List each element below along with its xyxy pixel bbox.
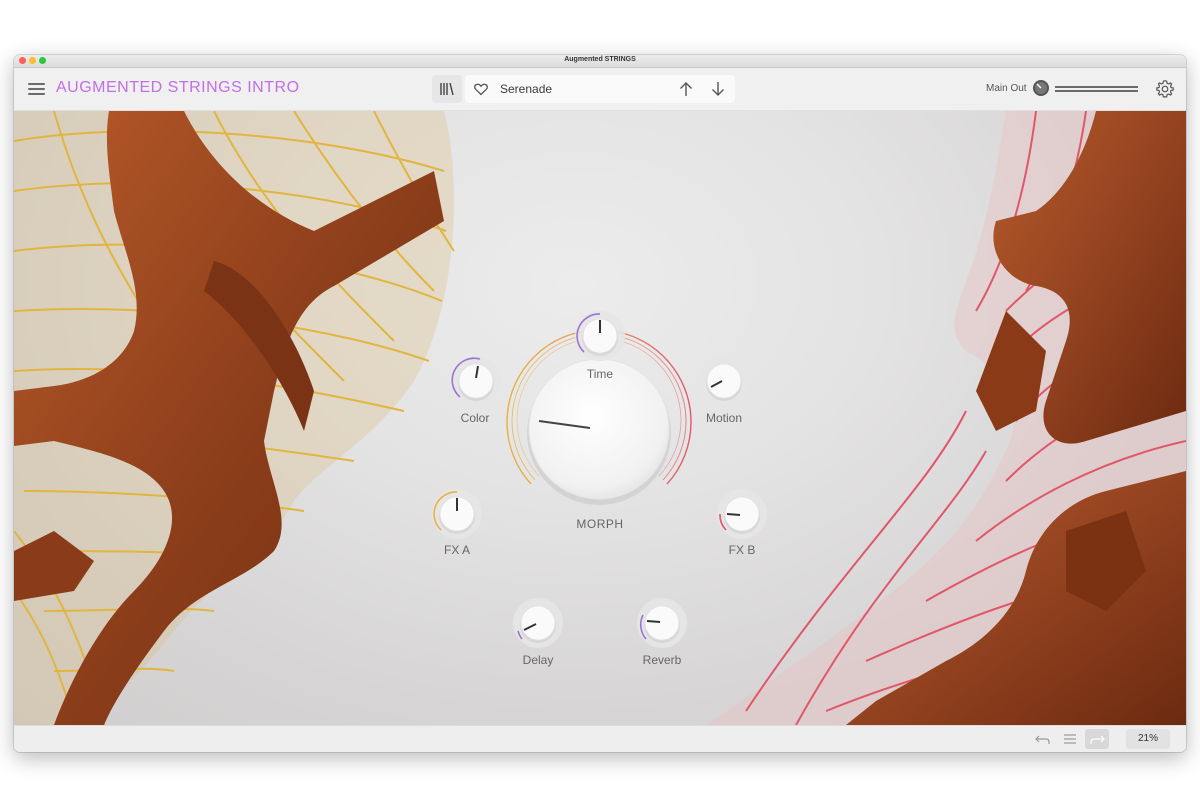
left-wood-sculpture-image — [14, 111, 455, 725]
zoom-level[interactable]: 21% — [1126, 729, 1170, 749]
app-window: Augmented STRINGS AUGMENTED STRINGS INTR… — [14, 55, 1186, 752]
motion-knob[interactable] — [696, 353, 752, 409]
list-icon — [1064, 734, 1076, 744]
fx-b-knob[interactable] — [714, 486, 770, 542]
heart-icon[interactable] — [473, 81, 489, 97]
main-out-label: Main Out — [986, 83, 1027, 94]
color-knob[interactable] — [448, 353, 504, 409]
instrument-stage: MORPH Time Color Motion FX A FX B Delay … — [14, 111, 1186, 725]
reverb-knob[interactable] — [634, 595, 690, 651]
main-out-level-meter[interactable] — [1055, 86, 1138, 92]
library-icon — [440, 82, 454, 96]
color-label: Color — [460, 411, 490, 425]
arrow-down-icon[interactable] — [709, 80, 727, 98]
library-button[interactable] — [432, 75, 462, 103]
redo-button[interactable] — [1085, 729, 1109, 749]
footer-bar: 21% — [14, 725, 1186, 752]
hamburger-menu-icon[interactable] — [28, 81, 46, 97]
fx-a-label: FX A — [443, 543, 470, 557]
undo-icon — [1035, 735, 1050, 744]
time-knob[interactable] — [572, 308, 628, 364]
arrow-up-icon[interactable] — [677, 80, 695, 98]
main-out-knob[interactable] — [1032, 79, 1050, 97]
preset-title[interactable]: AUGMENTED STRINGS INTRO — [56, 79, 300, 97]
window-title: Augmented STRINGS — [564, 56, 636, 63]
morph-label: MORPH — [576, 517, 624, 531]
title-bar: Augmented STRINGS — [14, 55, 1186, 68]
header-bar: AUGMENTED STRINGS INTRO Serenade Main Ou… — [14, 68, 1186, 111]
gear-icon[interactable] — [1155, 79, 1175, 99]
fx-b-label: FX B — [728, 543, 756, 557]
right-wood-sculpture-image — [706, 111, 1186, 725]
history-button[interactable] — [1058, 729, 1082, 749]
reverb-label: Reverb — [642, 653, 682, 667]
redo-icon — [1090, 735, 1105, 744]
preset-browser-field[interactable]: Serenade — [465, 75, 735, 103]
motion-label: Motion — [705, 411, 743, 425]
time-label: Time — [586, 367, 614, 381]
delay-knob[interactable] — [510, 595, 566, 651]
preset-name: Serenade — [500, 82, 553, 96]
delay-label: Delay — [522, 653, 554, 667]
fx-a-knob[interactable] — [429, 486, 485, 542]
undo-button[interactable] — [1031, 729, 1055, 749]
